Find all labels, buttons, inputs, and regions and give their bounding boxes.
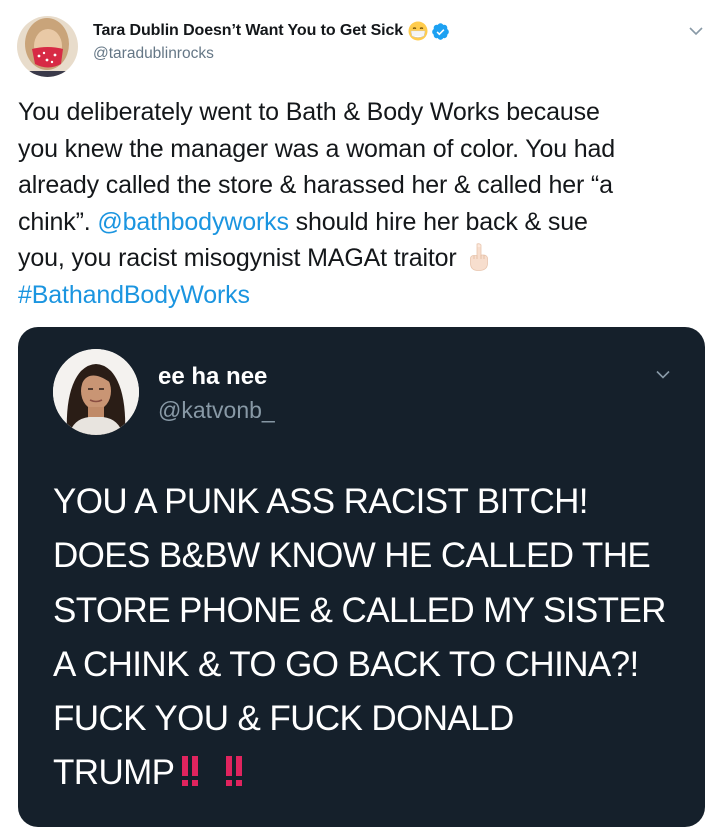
tweet-text: You deliberately went to Bath & Body Wor… [18, 94, 708, 313]
middle-finger-icon [469, 243, 488, 271]
quoted-text-line: FUCK YOU & FUCK DONALD [53, 699, 514, 739]
quoted-text-line: YOU A PUNK ASS RACIST BITCH! [53, 482, 589, 521]
tweet-card: Tara Dublin Doesn’t Want You to Get Sick… [0, 0, 722, 827]
quoted-text-line: DOES B&BW KNOW HE CALLED THE [53, 536, 651, 576]
double-exclamation-icon [226, 756, 243, 787]
tweet-text-segment: chink”. [18, 207, 98, 236]
author-info: Tara Dublin Doesn’t Want You to Get Sick… [93, 20, 450, 63]
hashtag-link[interactable]: #BathandBodyWorks [18, 281, 250, 309]
tweet-text-line: you, you racist misogynist MAGAt traitor [18, 240, 708, 277]
quoted-text-segment: TRUMP [53, 753, 175, 793]
quoted-text-line: TRUMP [53, 746, 693, 800]
tweet-text-segment: you, you racist misogynist MAGAt traitor [18, 244, 457, 272]
quoted-tweet-text: YOU A PUNK ASS RACIST BITCH! DOES B&BW K… [53, 475, 693, 801]
chevron-down-icon[interactable] [688, 25, 704, 37]
tweet-text-line: You deliberately went to Bath & Body Wor… [18, 98, 600, 126]
author-display-name[interactable]: Tara Dublin Doesn’t Want You to Get Sick [93, 22, 403, 40]
author-avatar[interactable] [17, 16, 78, 77]
mention-link[interactable]: @bathbodyworks [97, 208, 289, 236]
quoted-text-line: A CHINK & TO GO BACK TO CHINA?! [53, 644, 639, 684]
tweet-text-line: #BathandBodyWorks [18, 277, 708, 314]
double-exclamation-icon [182, 756, 199, 787]
author-name-row: Tara Dublin Doesn’t Want You to Get Sick [93, 20, 450, 42]
quoted-tweet[interactable]: ee ha nee @katvonb_ YOU A PUNK ASS RACIS… [18, 327, 705, 827]
quoted-text-line: STORE PHONE & CALLED MY SISTER [53, 590, 666, 630]
quoted-author-avatar[interactable] [53, 349, 139, 435]
quoted-author-handle[interactable]: @katvonb_ [158, 397, 275, 424]
tweet-text-line: already called the store & harassed her … [18, 171, 613, 199]
quoted-author-display-name[interactable]: ee ha nee [158, 363, 267, 391]
verified-badge-icon [432, 22, 449, 40]
author-handle[interactable]: @taradublinrocks [93, 45, 450, 63]
tweet-text-line: chink”. @bathbodyworks should hire her b… [18, 204, 708, 241]
tweet-text-segment: should hire her back & sue [288, 207, 588, 236]
chevron-down-icon[interactable] [655, 369, 671, 380]
face-with-medical-mask-icon [408, 21, 428, 41]
tweet-text-line: you knew the manager was a woman of colo… [18, 134, 616, 163]
